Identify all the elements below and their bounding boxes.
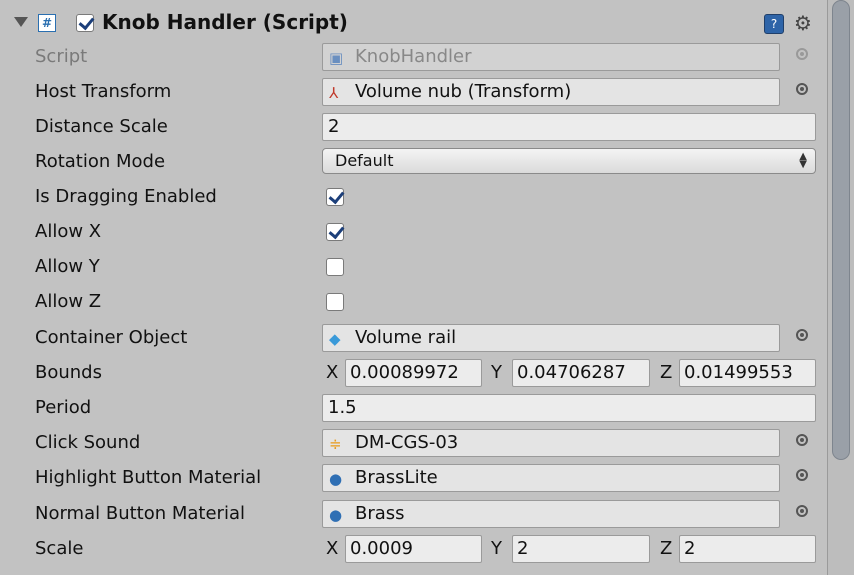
field-label: Rotation Mode	[35, 151, 166, 172]
field-row-distance-scale: Distance Scale 2	[0, 110, 828, 145]
field-label: Period	[35, 397, 92, 418]
is-dragging-enabled-checkbox[interactable]	[326, 188, 344, 206]
object-picker-icon	[796, 48, 808, 60]
field-value: 2	[328, 116, 340, 137]
script-asset-icon: ▣	[329, 49, 344, 67]
field-value: 0.01499553	[684, 362, 793, 383]
bounds-y-label: Y	[491, 362, 502, 383]
material-sphere-icon: ●	[329, 470, 343, 488]
script-field: ▣ KnobHandler	[322, 43, 780, 71]
field-label: Is Dragging Enabled	[35, 186, 217, 207]
scale-y-input[interactable]: 2	[512, 535, 650, 563]
field-row-bounds: Bounds X 0.00089972 Y 0.04706287 Z 0.014…	[0, 356, 828, 391]
field-label: Allow Y	[35, 256, 100, 277]
allow-z-checkbox[interactable]	[326, 293, 344, 311]
field-value: 2	[517, 538, 529, 559]
dropdown-arrows-icon: ▲ ▼	[799, 151, 807, 170]
field-row-allow-x: Allow X	[0, 215, 828, 250]
transform-icon: ⅄	[329, 84, 339, 102]
scale-z-label: Z	[660, 538, 673, 559]
object-picker-icon[interactable]	[796, 505, 808, 517]
scale-x-input[interactable]: 0.0009	[345, 535, 482, 563]
script-icon: #	[38, 14, 56, 32]
field-value: 0.00089972	[350, 362, 459, 383]
field-value: Volume nub (Transform)	[355, 81, 572, 102]
field-value: 0.04706287	[517, 362, 626, 383]
scale-y-label: Y	[491, 538, 502, 559]
field-label: Click Sound	[35, 432, 141, 453]
field-row-allow-y: Allow Y	[0, 250, 828, 285]
allow-y-checkbox[interactable]	[326, 258, 344, 276]
bounds-x-input[interactable]: 0.00089972	[345, 359, 482, 387]
field-row-scale: Scale X 0.0009 Y 2 Z 2	[0, 532, 828, 567]
gameobject-cube-icon: ◆	[329, 330, 341, 348]
field-label: Highlight Button Material	[35, 467, 262, 488]
highlight-button-material-field[interactable]: ● BrassLite	[322, 464, 780, 492]
object-picker-icon[interactable]	[796, 434, 808, 446]
container-object-field[interactable]: ◆ Volume rail	[322, 324, 780, 352]
component-title: Knob Handler (Script)	[102, 10, 348, 34]
field-label: Normal Button Material	[35, 503, 245, 524]
allow-x-checkbox[interactable]	[326, 223, 344, 241]
field-value: KnobHandler	[355, 46, 472, 67]
object-picker-icon[interactable]	[796, 83, 808, 95]
field-label: Distance Scale	[35, 116, 168, 137]
field-row-is-dragging-enabled: Is Dragging Enabled	[0, 180, 828, 215]
field-row-normal-button-material: Normal Button Material ● Brass	[0, 497, 828, 532]
dropdown-value: Default	[335, 151, 394, 170]
bounds-x-label: X	[326, 362, 339, 383]
field-label: Scale	[35, 538, 84, 559]
help-icon[interactable]: ?	[764, 14, 784, 34]
field-label: Allow X	[35, 221, 102, 242]
object-picker-icon[interactable]	[796, 469, 808, 481]
field-row-host-transform: Host Transform ⅄ Volume nub (Transform)	[0, 75, 828, 110]
field-row-period: Period 1.5	[0, 391, 828, 426]
object-picker-icon[interactable]	[796, 329, 808, 341]
field-value: Volume rail	[355, 327, 457, 348]
field-value: 0.0009	[350, 538, 413, 559]
audio-clip-icon: ≑	[329, 435, 342, 453]
host-transform-field[interactable]: ⅄ Volume nub (Transform)	[322, 78, 780, 106]
gear-icon[interactable]: ⚙	[794, 11, 812, 35]
vertical-scrollbar[interactable]	[827, 0, 854, 575]
click-sound-field[interactable]: ≑ DM-CGS-03	[322, 429, 780, 457]
field-row-container-object: Container Object ◆ Volume rail	[0, 321, 828, 356]
scrollbar-thumb[interactable]	[832, 0, 850, 460]
component-header[interactable]: # Knob Handler (Script) ? ⚙	[0, 4, 828, 40]
field-row-script: Script ▣ KnobHandler	[0, 40, 828, 75]
field-value: Brass	[355, 503, 405, 524]
field-row-click-sound: Click Sound ≑ DM-CGS-03	[0, 426, 828, 461]
field-label: Script	[35, 46, 88, 67]
scale-x-label: X	[326, 538, 339, 559]
field-value: 1.5	[328, 397, 357, 418]
field-row-rotation-mode: Rotation Mode Default ▲ ▼	[0, 145, 828, 180]
field-value: BrassLite	[355, 467, 438, 488]
normal-button-material-field[interactable]: ● Brass	[322, 500, 780, 528]
component-enabled-checkbox[interactable]	[76, 14, 94, 32]
field-row-allow-z: Allow Z	[0, 285, 828, 320]
foldout-arrow-icon[interactable]	[14, 17, 28, 27]
field-label: Allow Z	[35, 291, 102, 312]
field-value: DM-CGS-03	[355, 432, 459, 453]
bounds-z-label: Z	[660, 362, 673, 383]
field-label: Bounds	[35, 362, 102, 383]
period-input[interactable]: 1.5	[322, 394, 816, 422]
material-sphere-icon: ●	[329, 506, 343, 524]
distance-scale-input[interactable]: 2	[322, 113, 816, 141]
inspector-panel: # Knob Handler (Script) ? ⚙ Script ▣ Kno…	[0, 0, 828, 575]
field-row-highlight-button-material: Highlight Button Material ● BrassLite	[0, 461, 828, 496]
bounds-z-input[interactable]: 0.01499553	[679, 359, 816, 387]
field-value: 2	[684, 538, 696, 559]
field-label: Container Object	[35, 327, 188, 348]
field-label: Host Transform	[35, 81, 172, 102]
bounds-y-input[interactable]: 0.04706287	[512, 359, 650, 387]
rotation-mode-dropdown[interactable]: Default ▲ ▼	[322, 148, 816, 174]
scale-z-input[interactable]: 2	[679, 535, 816, 563]
